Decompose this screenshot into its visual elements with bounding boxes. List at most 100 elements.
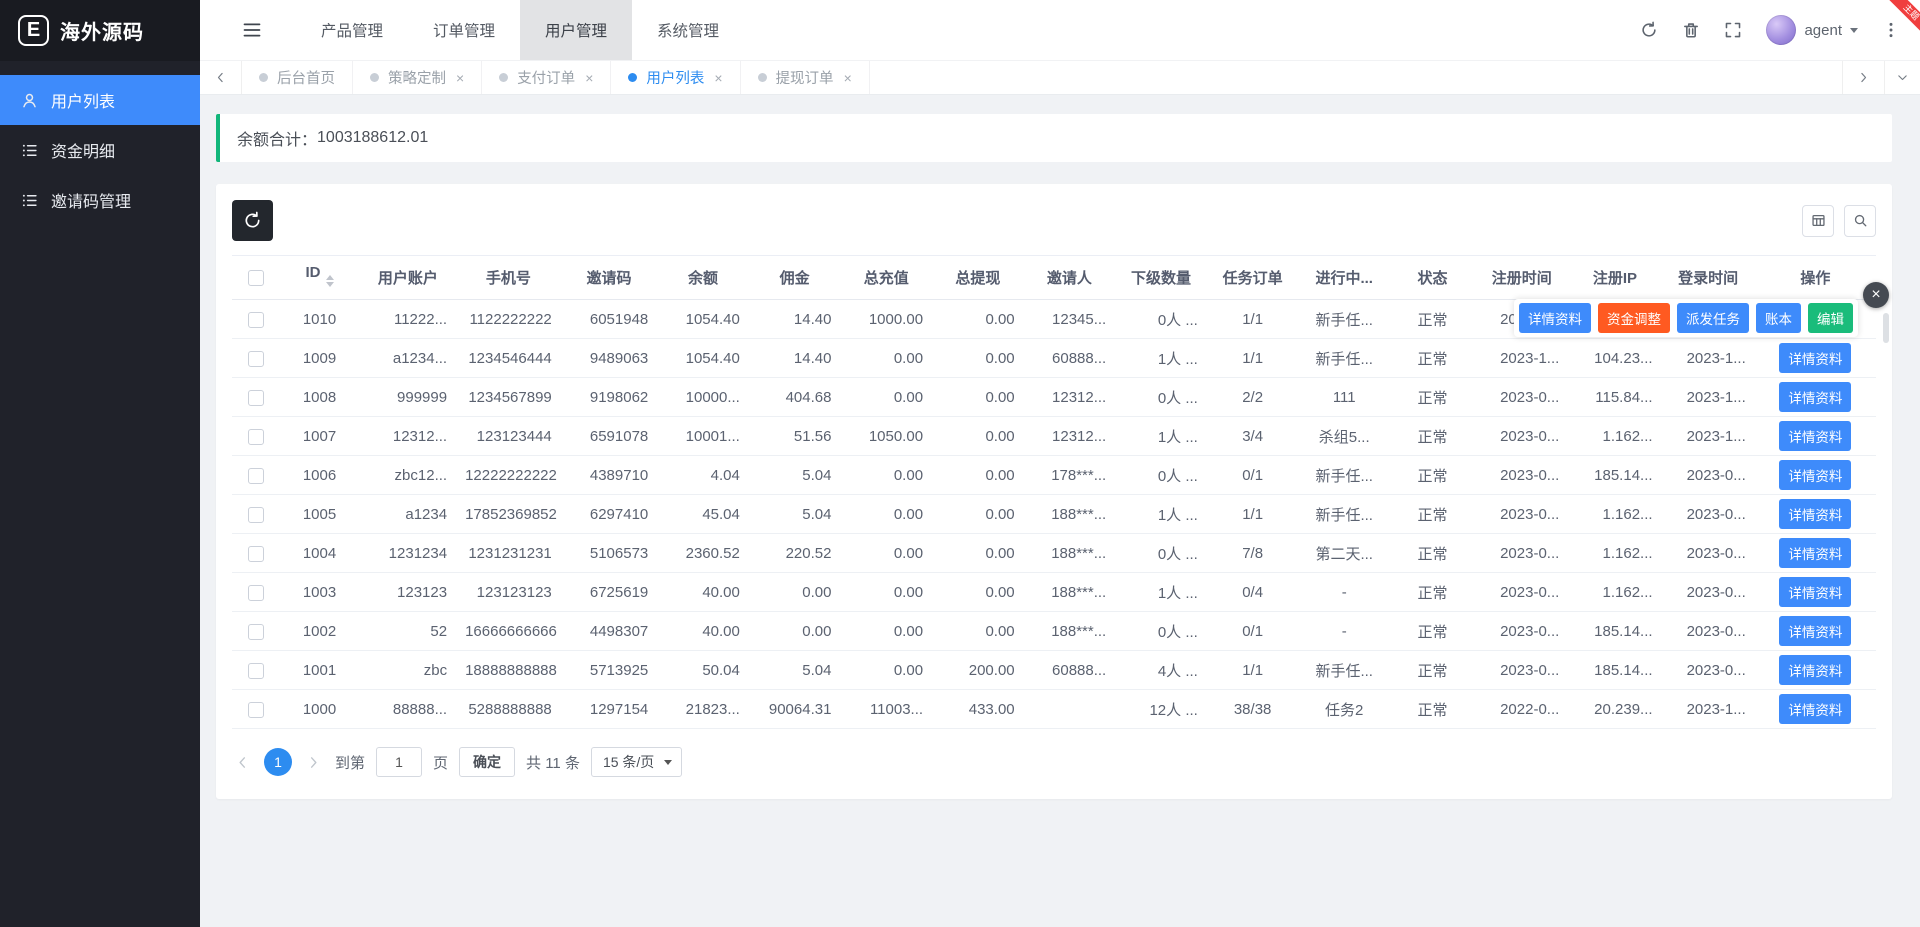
refresh-icon[interactable] (1640, 21, 1658, 39)
close-icon[interactable]: × (714, 70, 722, 86)
popup-action-button-4[interactable]: 账本 (1756, 303, 1801, 333)
close-icon[interactable]: × (585, 70, 593, 86)
row-checkbox[interactable] (248, 468, 264, 484)
popup-action-button-3[interactable]: 派发任务 (1677, 303, 1749, 333)
cell-orders: 1/1 (1207, 339, 1299, 378)
close-icon[interactable]: × (1863, 282, 1889, 308)
pagination-prev-button[interactable] (232, 755, 253, 770)
tab-scroll-right-button[interactable] (1842, 61, 1884, 94)
cell-account: 123123 (360, 573, 457, 612)
tab-3[interactable]: 支付订单× (482, 61, 611, 94)
detail-button[interactable]: 详情资料 (1779, 694, 1851, 724)
cell-ongoing: 任务2 (1298, 690, 1390, 729)
row-checkbox[interactable] (248, 624, 264, 640)
pagination-next-button[interactable] (303, 755, 324, 770)
topnav-item-3[interactable]: 用户管理 (520, 0, 632, 60)
table-row[interactable]: 1003123123123123123672561940.000.000.000… (232, 573, 1876, 612)
scrollbar-thumb[interactable] (1883, 313, 1889, 343)
page-size-select[interactable]: 15 条/页 (591, 747, 682, 777)
detail-button[interactable]: 详情资料 (1779, 577, 1851, 607)
row-checkbox[interactable] (248, 585, 264, 601)
row-checkbox[interactable] (248, 312, 264, 328)
table-row[interactable]: 10041231234123123123151065732360.52220.5… (232, 534, 1876, 573)
detail-button[interactable]: 详情资料 (1779, 499, 1851, 529)
tab-4[interactable]: 用户列表× (611, 61, 740, 94)
pagination-page-1[interactable]: 1 (264, 748, 292, 776)
table-row[interactable]: 10025216666666666449830740.000.000.000.0… (232, 612, 1876, 651)
cell-status: 正常 (1390, 651, 1475, 690)
table-row[interactable]: 100088888...5288888888129715421823...900… (232, 690, 1876, 729)
tab-2[interactable]: 策略定制× (353, 61, 482, 94)
trash-icon[interactable] (1682, 21, 1700, 39)
detail-button[interactable]: 详情资料 (1779, 382, 1851, 412)
row-checkbox[interactable] (248, 663, 264, 679)
refresh-table-button[interactable] (232, 200, 273, 241)
cell-status: 正常 (1390, 378, 1475, 417)
detail-button[interactable]: 详情资料 (1779, 655, 1851, 685)
column-header-1[interactable]: ID (279, 256, 359, 300)
tab-1[interactable]: 后台首页 (242, 61, 353, 94)
cell-phone: 1234546444 (456, 339, 561, 378)
detail-button[interactable]: 详情资料 (1779, 343, 1851, 373)
row-checkbox[interactable] (248, 507, 264, 523)
select-all-checkbox[interactable] (248, 270, 264, 286)
row-checkbox[interactable] (248, 390, 264, 406)
confirm-button[interactable]: 确定 (459, 747, 515, 777)
detail-button[interactable]: 详情资料 (1779, 421, 1851, 451)
cell-commission: 90064.31 (749, 690, 841, 729)
cell-actions: 详情资料 (1755, 534, 1876, 573)
fullscreen-icon[interactable] (1724, 21, 1742, 39)
cell-ongoing: 新手任... (1298, 651, 1390, 690)
search-icon (1853, 213, 1868, 228)
tab-5[interactable]: 提现订单× (741, 61, 870, 94)
tab-scroll-left-button[interactable] (200, 61, 242, 94)
topnav-item-4[interactable]: 系统管理 (632, 0, 744, 60)
topbar-right: agent (1640, 15, 1900, 45)
cell-status: 正常 (1390, 612, 1475, 651)
table-header-row: ID用户账户手机号邀请码余额佣金总充值总提现邀请人下级数量任务订单进行中...状… (232, 256, 1876, 300)
detail-button[interactable]: 详情资料 (1779, 460, 1851, 490)
sidebar-item-2[interactable]: 资金明细 (0, 125, 200, 175)
cell-inviter: 188***... (1024, 573, 1116, 612)
row-checkbox[interactable] (248, 546, 264, 562)
goto-page-input[interactable] (376, 747, 422, 777)
tabbar: 后台首页策略定制×支付订单×用户列表×提现订单× (200, 61, 1920, 95)
cell-account: 11222... (360, 300, 457, 339)
row-checkbox[interactable] (248, 702, 264, 718)
tab-menu-button[interactable] (1884, 61, 1920, 94)
table-row[interactable]: 100712312...123123444659107810001...51.5… (232, 417, 1876, 456)
hamburger-icon[interactable] (242, 20, 262, 40)
sidebar-item-1[interactable]: 用户列表 (0, 75, 200, 125)
cell-reg_time: 2022-0... (1475, 690, 1568, 729)
tab-dot (370, 73, 379, 82)
column-header-7: 总充值 (840, 256, 932, 300)
sort-icon[interactable] (326, 271, 334, 291)
popup-action-button-1[interactable]: 详情资料 (1519, 303, 1591, 333)
row-checkbox[interactable] (248, 351, 264, 367)
list-icon (21, 192, 38, 209)
cell-reg_ip: 185.14... (1568, 612, 1661, 651)
table-row[interactable]: 1006zbc12...1222222222243897104.045.040.… (232, 456, 1876, 495)
row-checkbox[interactable] (248, 429, 264, 445)
columns-button[interactable] (1802, 205, 1834, 237)
table-row[interactable]: 1001zbc18888888888571392550.045.040.0020… (232, 651, 1876, 690)
detail-button[interactable]: 详情资料 (1779, 538, 1851, 568)
close-icon[interactable]: × (844, 70, 852, 86)
close-icon[interactable]: × (456, 70, 464, 86)
table-row[interactable]: 1009a1234...123454644494890631054.4014.4… (232, 339, 1876, 378)
popup-action-button-5[interactable]: 编辑 (1808, 303, 1853, 333)
topnav-item-1[interactable]: 产品管理 (296, 0, 408, 60)
cell-reg_time: 2023-0... (1475, 495, 1568, 534)
search-button[interactable] (1844, 205, 1876, 237)
popup-action-button-2[interactable]: 资金调整 (1598, 303, 1670, 333)
user-menu[interactable]: agent (1766, 15, 1858, 45)
sidebar-item-3[interactable]: 邀请码管理 (0, 175, 200, 225)
table-row[interactable]: 1005a123417852369852629741045.045.040.00… (232, 495, 1876, 534)
more-vertical-icon[interactable] (1882, 21, 1900, 39)
cell-login_time: 2023-0... (1662, 495, 1755, 534)
column-header-14: 注册时间 (1475, 256, 1568, 300)
topnav-item-2[interactable]: 订单管理 (408, 0, 520, 60)
table-row[interactable]: 10089999991234567899919806210000...404.6… (232, 378, 1876, 417)
cell-orders: 7/8 (1207, 534, 1299, 573)
detail-button[interactable]: 详情资料 (1779, 616, 1851, 646)
